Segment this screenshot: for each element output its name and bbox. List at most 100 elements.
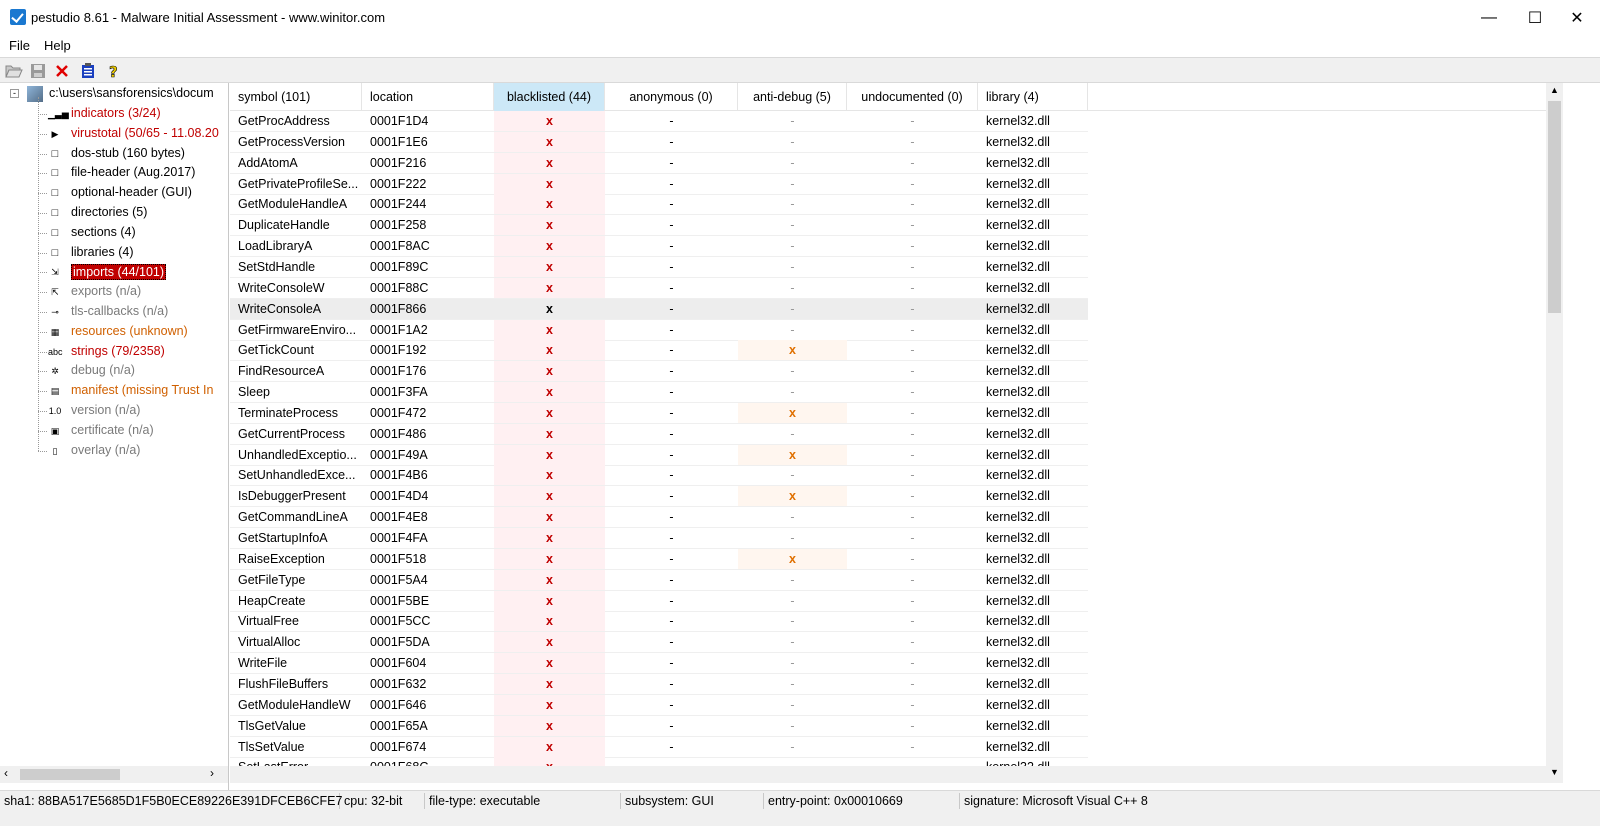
- table-row[interactable]: SetStdHandle 0001F89C x - - - kernel32.dll: [230, 256, 1546, 278]
- tree-item[interactable]: ⇲ imports (44/101): [0, 262, 228, 282]
- tree-connector: [38, 173, 47, 175]
- cell-symbol: VirtualFree: [230, 611, 362, 633]
- cell-library: kernel32.dll: [978, 236, 1088, 258]
- table-row[interactable]: WriteConsoleA 0001F866 x - - - kernel32.dll: [230, 298, 1546, 320]
- table-row[interactable]: TlsSetValue 0001F674 x - - - kernel32.dll: [230, 736, 1546, 758]
- tree-item[interactable]: ▤ manifest (missing Trust In: [0, 381, 228, 401]
- table-row[interactable]: FlushFileBuffers 0001F632 x - - - kernel32.dll: [230, 673, 1546, 695]
- menu-file[interactable]: File: [9, 38, 30, 53]
- table-row[interactable]: SetUnhandledExce... 0001F4B6 x - - - kernel32.…: [230, 465, 1546, 487]
- scroll-thumb[interactable]: [1548, 101, 1561, 313]
- table-row[interactable]: GetFileType 0001F5A4 x - - - kernel32.dll: [230, 569, 1546, 591]
- cell-location: 0001F4E8: [362, 507, 494, 529]
- tree-item[interactable]: ▶ virustotal (50/65 - 11.08.20: [0, 124, 228, 144]
- cell-blacklisted: x: [494, 486, 605, 508]
- table-row[interactable]: GetFirmwareEnviro... 0001F1A2 x - - - kernel32…: [230, 319, 1546, 341]
- table-row[interactable]: DuplicateHandle 0001F258 x - - - kernel32.dll: [230, 215, 1546, 237]
- tree-item[interactable]: □ file-header (Aug.2017): [0, 163, 228, 183]
- cell-library: kernel32.dll: [978, 340, 1088, 362]
- table-row[interactable]: LoadLibraryA 0001F8AC x - - - kernel32.dll: [230, 236, 1546, 258]
- tree-horizontal-scrollbar[interactable]: ‹ ›: [0, 766, 228, 783]
- column-header-antidebug[interactable]: anti-debug (5): [738, 83, 847, 111]
- cell-anonymous: -: [605, 549, 738, 570]
- table-row[interactable]: TlsGetValue 0001F65A x - - - kernel32.dll: [230, 715, 1546, 737]
- table-row[interactable]: VirtualFree 0001F5CC x - - - kernel32.dll: [230, 611, 1546, 633]
- table-row[interactable]: Sleep 0001F3FA x - - - kernel32.dll: [230, 382, 1546, 404]
- table-row[interactable]: TerminateProcess 0001F472 x - x - kernel32.dll: [230, 402, 1546, 424]
- table-row[interactable]: GetModuleHandleA 0001F244 x - - - kernel32.dll: [230, 194, 1546, 216]
- table-row[interactable]: IsDebuggerPresent 0001F4D4 x - x - kernel32.dl…: [230, 486, 1546, 508]
- cell-location: 0001F1D4: [362, 111, 494, 132]
- collapse-icon[interactable]: -: [10, 89, 19, 98]
- cell-symbol: LoadLibraryA: [230, 236, 362, 258]
- cell-blacklisted: x: [494, 402, 605, 424]
- tree-item[interactable]: ✲ debug (n/a): [0, 361, 228, 381]
- cell-library: kernel32.dll: [978, 591, 1088, 612]
- column-header-library[interactable]: library (4): [978, 83, 1088, 111]
- about-button[interactable]: ?: [104, 61, 124, 81]
- table-row[interactable]: VirtualAlloc 0001F5DA x - - - kernel32.dll: [230, 632, 1546, 654]
- table-row[interactable]: GetStartupInfoA 0001F4FA x - - - kernel32.dll: [230, 528, 1546, 549]
- table-row[interactable]: AddAtomA 0001F216 x - - - kernel32.dll: [230, 152, 1546, 174]
- table-row[interactable]: HeapCreate 0001F5BE x - - - kernel32.dll: [230, 590, 1546, 612]
- cell-location: 0001F472: [362, 403, 494, 424]
- table-row[interactable]: GetCommandLineA 0001F4E8 x - - - kernel32.dll: [230, 507, 1546, 529]
- tree-item[interactable]: 1.0 version (n/a): [0, 401, 228, 421]
- cell-undocumented: -: [847, 382, 978, 404]
- column-header-location[interactable]: location: [362, 83, 494, 111]
- tree-item[interactable]: abc strings (79/2358): [0, 342, 228, 362]
- table-vertical-scrollbar[interactable]: ▲ ▼: [1546, 83, 1563, 783]
- column-header-anonymous[interactable]: anonymous (0): [605, 83, 738, 111]
- scroll-thumb[interactable]: [20, 769, 120, 780]
- table-row[interactable]: RaiseException 0001F518 x - x - kernel32.dll: [230, 548, 1546, 570]
- scroll-left-icon[interactable]: ‹: [4, 766, 8, 780]
- close-button[interactable]: ✕: [1554, 0, 1600, 35]
- table-horizontal-scrollbar[interactable]: [230, 766, 1546, 783]
- table-row[interactable]: GetProcessVersion 0001F1E6 x - - - kernel32.dl…: [230, 131, 1546, 153]
- table-row[interactable]: UnhandledExceptio... 0001F49A x - x - kernel32…: [230, 444, 1546, 466]
- tree-item[interactable]: □ directories (5): [0, 203, 228, 223]
- cell-blacklisted: x: [494, 152, 605, 174]
- menu-help[interactable]: Help: [44, 38, 71, 53]
- scroll-up-icon[interactable]: ▲: [1550, 85, 1559, 95]
- column-header-symbol[interactable]: symbol (101): [230, 83, 362, 111]
- tree-root[interactable]: - c:\users\sansforensics\docum: [0, 84, 228, 104]
- table-row[interactable]: WriteFile 0001F604 x - - - kernel32.dll: [230, 653, 1546, 675]
- scroll-down-icon[interactable]: ▼: [1550, 767, 1559, 777]
- table-row[interactable]: GetProcAddress 0001F1D4 x - - - kernel32.dll: [230, 111, 1546, 132]
- tree-item[interactable]: ▯ overlay (n/a): [0, 441, 228, 461]
- column-header-blacklisted[interactable]: blacklisted (44): [494, 83, 605, 111]
- save-button[interactable]: [28, 61, 48, 81]
- tree-item[interactable]: ▁▃▅ indicators (3/24): [0, 104, 228, 124]
- table-row[interactable]: GetTickCount 0001F192 x - x - kernel32.dll: [230, 340, 1546, 362]
- tree-item[interactable]: □ dos-stub (160 bytes): [0, 144, 228, 164]
- delete-button[interactable]: [52, 61, 72, 81]
- minimize-button[interactable]: —: [1466, 0, 1512, 35]
- tree-item[interactable]: ▦ resources (unknown): [0, 322, 228, 342]
- tree-item[interactable]: ⇱ exports (n/a): [0, 282, 228, 302]
- tree-item[interactable]: ⊸ tls-callbacks (n/a): [0, 302, 228, 322]
- maximize-button[interactable]: ☐: [1512, 0, 1558, 35]
- tree-item[interactable]: ▣ certificate (n/a): [0, 421, 228, 441]
- cell-anonymous: -: [605, 591, 738, 612]
- scroll-right-icon[interactable]: ›: [210, 766, 214, 780]
- clipboard-icon: [82, 63, 94, 78]
- cell-anonymous: -: [605, 111, 738, 132]
- cell-location: 0001F1E6: [362, 132, 494, 153]
- table-row[interactable]: GetPrivateProfileSe... 0001F222 x - - - kernel…: [230, 173, 1546, 195]
- tree-item[interactable]: □ sections (4): [0, 223, 228, 243]
- cell-antidebug: -: [738, 507, 847, 529]
- tree-item[interactable]: □ libraries (4): [0, 243, 228, 263]
- table-row[interactable]: FindResourceA 0001F176 x - - - kernel32.dll: [230, 361, 1546, 383]
- cell-undocumented: -: [847, 695, 978, 716]
- column-header-undocumented[interactable]: undocumented (0): [847, 83, 978, 111]
- tree-item[interactable]: □ optional-header (GUI): [0, 183, 228, 203]
- table-row[interactable]: GetCurrentProcess 0001F486 x - - - kernel32.dl…: [230, 423, 1546, 445]
- box-icon: □: [51, 147, 59, 160]
- table-row[interactable]: GetModuleHandleW 0001F646 x - - - kernel32.dll: [230, 694, 1546, 716]
- cell-anonymous: -: [605, 132, 738, 153]
- cell-anonymous: -: [605, 403, 738, 424]
- open-button[interactable]: [4, 61, 24, 81]
- table-row[interactable]: WriteConsoleW 0001F88C x - - - kernel32.dll: [230, 277, 1546, 299]
- clipboard-button[interactable]: [78, 61, 98, 81]
